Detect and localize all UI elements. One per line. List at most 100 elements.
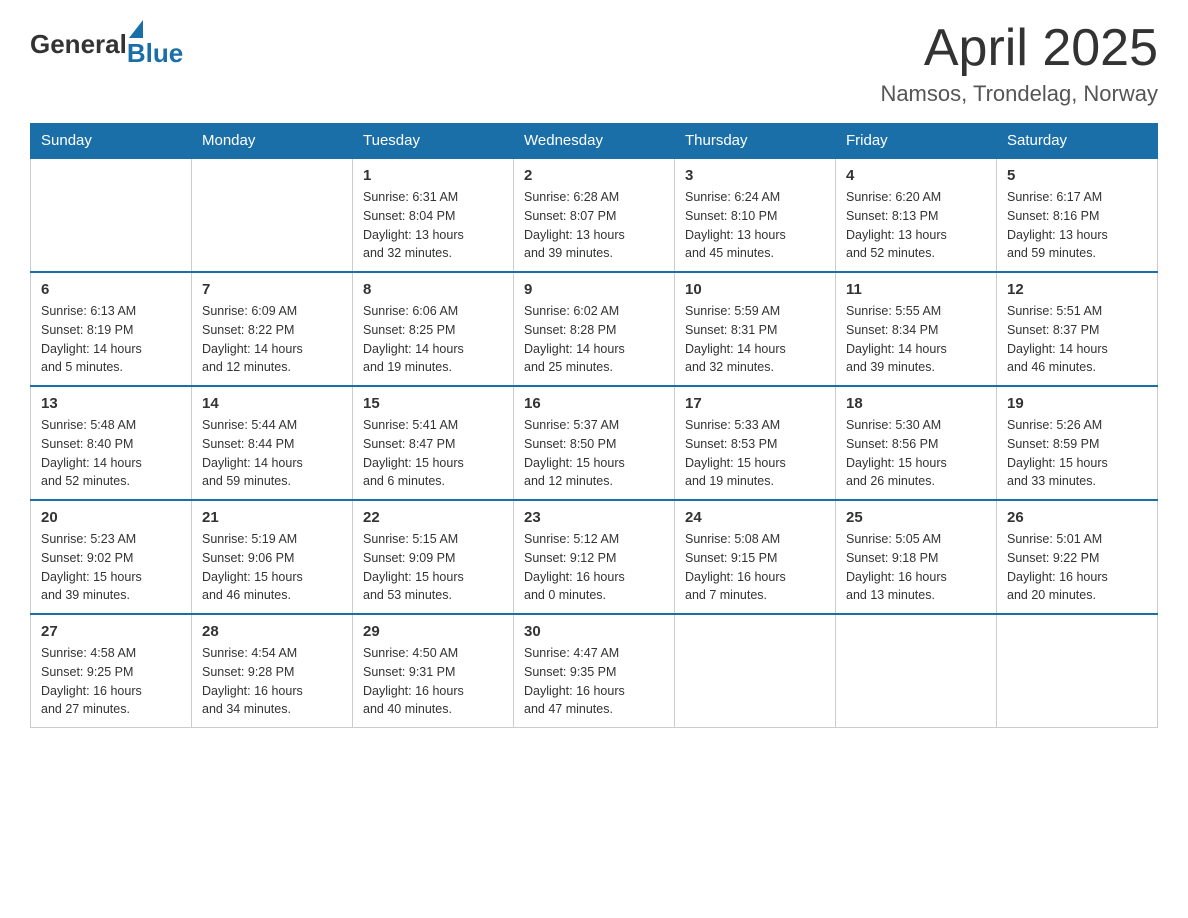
calendar-body: 1 Sunrise: 6:31 AM Sunset: 8:04 PM Daylig… xyxy=(31,158,1158,728)
day-number: 1 xyxy=(363,167,503,184)
calendar-cell: 21Sunrise: 5:19 AM Sunset: 9:06 PM Dayli… xyxy=(192,500,353,614)
calendar-cell: 28Sunrise: 4:54 AM Sunset: 9:28 PM Dayli… xyxy=(192,614,353,728)
calendar-cell: 18Sunrise: 5:30 AM Sunset: 8:56 PM Dayli… xyxy=(836,386,997,500)
title-area: April 2025 Namsos, Trondelag, Norway xyxy=(880,20,1158,107)
calendar-cell: 16 Sunrise: 5:37 AM Sunset: 8:50 PM Dayli… xyxy=(514,386,675,500)
calendar-cell: 11 Sunrise: 5:55 AM Sunset: 8:34 PM Dayli… xyxy=(836,272,997,386)
calendar-cell: 27 Sunrise: 4:58 AM Sunset: 9:25 PM Dayli… xyxy=(31,614,192,728)
day-info: Sunrise: 6:28 AM Sunset: 8:07 PM Dayligh… xyxy=(524,188,664,263)
day-info: Sunrise: 5:37 AM Sunset: 8:50 PM Dayligh… xyxy=(524,416,664,491)
day-number: 11 xyxy=(846,281,986,298)
day-number: 10 xyxy=(685,281,825,298)
calendar-cell: 3 Sunrise: 6:24 AM Sunset: 8:10 PM Daylig… xyxy=(675,158,836,272)
weekday-header-saturday: Saturday xyxy=(997,124,1158,159)
calendar-cell: 22 Sunrise: 5:15 AM Sunset: 9:09 PM Dayli… xyxy=(353,500,514,614)
calendar-cell: 23 Sunrise: 5:12 AM Sunset: 9:12 PM Dayli… xyxy=(514,500,675,614)
calendar-cell: 7Sunrise: 6:09 AM Sunset: 8:22 PM Daylig… xyxy=(192,272,353,386)
calendar-cell: 4 Sunrise: 6:20 AM Sunset: 8:13 PM Daylig… xyxy=(836,158,997,272)
calendar-week-row: 6 Sunrise: 6:13 AM Sunset: 8:19 PM Daylig… xyxy=(31,272,1158,386)
day-number: 4 xyxy=(846,167,986,184)
weekday-header-friday: Friday xyxy=(836,124,997,159)
day-number: 15 xyxy=(363,395,503,412)
calendar-cell: 8 Sunrise: 6:06 AM Sunset: 8:25 PM Daylig… xyxy=(353,272,514,386)
day-info: Sunrise: 4:50 AM Sunset: 9:31 PM Dayligh… xyxy=(363,644,503,719)
weekday-header-row: SundayMondayTuesdayWednesdayThursdayFrid… xyxy=(31,124,1158,159)
day-info: Sunrise: 5:59 AM Sunset: 8:31 PM Dayligh… xyxy=(685,302,825,377)
day-info: Sunrise: 6:24 AM Sunset: 8:10 PM Dayligh… xyxy=(685,188,825,263)
day-number: 9 xyxy=(524,281,664,298)
calendar-cell: 6 Sunrise: 6:13 AM Sunset: 8:19 PM Daylig… xyxy=(31,272,192,386)
day-number: 16 xyxy=(524,395,664,412)
logo: General Blue xyxy=(30,20,183,69)
day-info: Sunrise: 5:23 AM Sunset: 9:02 PM Dayligh… xyxy=(41,530,181,605)
calendar-cell xyxy=(675,614,836,728)
day-number: 22 xyxy=(363,509,503,526)
calendar-cell: 30Sunrise: 4:47 AM Sunset: 9:35 PM Dayli… xyxy=(514,614,675,728)
day-info: Sunrise: 5:12 AM Sunset: 9:12 PM Dayligh… xyxy=(524,530,664,605)
weekday-header-monday: Monday xyxy=(192,124,353,159)
day-number: 28 xyxy=(202,623,342,640)
day-number: 17 xyxy=(685,395,825,412)
calendar-week-row: 13Sunrise: 5:48 AM Sunset: 8:40 PM Dayli… xyxy=(31,386,1158,500)
calendar-table: SundayMondayTuesdayWednesdayThursdayFrid… xyxy=(30,123,1158,728)
day-info: Sunrise: 6:13 AM Sunset: 8:19 PM Dayligh… xyxy=(41,302,181,377)
calendar-cell: 19Sunrise: 5:26 AM Sunset: 8:59 PM Dayli… xyxy=(997,386,1158,500)
weekday-header-sunday: Sunday xyxy=(31,124,192,159)
day-number: 29 xyxy=(363,623,503,640)
day-info: Sunrise: 6:09 AM Sunset: 8:22 PM Dayligh… xyxy=(202,302,342,377)
calendar-cell: 17Sunrise: 5:33 AM Sunset: 8:53 PM Dayli… xyxy=(675,386,836,500)
calendar-cell xyxy=(997,614,1158,728)
day-number: 3 xyxy=(685,167,825,184)
day-number: 13 xyxy=(41,395,181,412)
day-number: 19 xyxy=(1007,395,1147,412)
calendar-cell: 1 Sunrise: 6:31 AM Sunset: 8:04 PM Daylig… xyxy=(353,158,514,272)
logo-blue-text: Blue xyxy=(127,38,183,69)
calendar-header: SundayMondayTuesdayWednesdayThursdayFrid… xyxy=(31,124,1158,159)
month-title: April 2025 xyxy=(880,20,1158,77)
day-number: 27 xyxy=(41,623,181,640)
day-number: 23 xyxy=(524,509,664,526)
weekday-header-tuesday: Tuesday xyxy=(353,124,514,159)
calendar-cell xyxy=(192,158,353,272)
day-info: Sunrise: 5:15 AM Sunset: 9:09 PM Dayligh… xyxy=(363,530,503,605)
calendar-cell: 9 Sunrise: 6:02 AM Sunset: 8:28 PM Daylig… xyxy=(514,272,675,386)
day-number: 25 xyxy=(846,509,986,526)
weekday-header-wednesday: Wednesday xyxy=(514,124,675,159)
day-info: Sunrise: 5:08 AM Sunset: 9:15 PM Dayligh… xyxy=(685,530,825,605)
day-info: Sunrise: 5:05 AM Sunset: 9:18 PM Dayligh… xyxy=(846,530,986,605)
day-number: 24 xyxy=(685,509,825,526)
day-number: 14 xyxy=(202,395,342,412)
calendar-cell: 25 Sunrise: 5:05 AM Sunset: 9:18 PM Dayli… xyxy=(836,500,997,614)
day-info: Sunrise: 6:31 AM Sunset: 8:04 PM Dayligh… xyxy=(363,188,503,263)
calendar-cell: 15 Sunrise: 5:41 AM Sunset: 8:47 PM Dayli… xyxy=(353,386,514,500)
day-number: 18 xyxy=(846,395,986,412)
calendar-cell: 20Sunrise: 5:23 AM Sunset: 9:02 PM Dayli… xyxy=(31,500,192,614)
calendar-cell xyxy=(31,158,192,272)
calendar-cell: 14 Sunrise: 5:44 AM Sunset: 8:44 PM Dayli… xyxy=(192,386,353,500)
location-subtitle: Namsos, Trondelag, Norway xyxy=(880,81,1158,107)
day-info: Sunrise: 5:41 AM Sunset: 8:47 PM Dayligh… xyxy=(363,416,503,491)
day-info: Sunrise: 5:55 AM Sunset: 8:34 PM Dayligh… xyxy=(846,302,986,377)
weekday-header-thursday: Thursday xyxy=(675,124,836,159)
day-info: Sunrise: 6:20 AM Sunset: 8:13 PM Dayligh… xyxy=(846,188,986,263)
day-info: Sunrise: 6:02 AM Sunset: 8:28 PM Dayligh… xyxy=(524,302,664,377)
calendar-cell: 5Sunrise: 6:17 AM Sunset: 8:16 PM Daylig… xyxy=(997,158,1158,272)
day-number: 12 xyxy=(1007,281,1147,298)
calendar-cell: 13Sunrise: 5:48 AM Sunset: 8:40 PM Dayli… xyxy=(31,386,192,500)
calendar-week-row: 27 Sunrise: 4:58 AM Sunset: 9:25 PM Dayli… xyxy=(31,614,1158,728)
day-number: 8 xyxy=(363,281,503,298)
day-info: Sunrise: 4:58 AM Sunset: 9:25 PM Dayligh… xyxy=(41,644,181,719)
day-info: Sunrise: 4:47 AM Sunset: 9:35 PM Dayligh… xyxy=(524,644,664,719)
calendar-cell: 26Sunrise: 5:01 AM Sunset: 9:22 PM Dayli… xyxy=(997,500,1158,614)
calendar-cell: 12Sunrise: 5:51 AM Sunset: 8:37 PM Dayli… xyxy=(997,272,1158,386)
day-number: 6 xyxy=(41,281,181,298)
logo-general-text: General xyxy=(30,29,127,60)
logo-blue-part: Blue xyxy=(127,20,183,69)
page-header: General Blue April 2025 Namsos, Trondela… xyxy=(30,20,1158,107)
day-info: Sunrise: 5:19 AM Sunset: 9:06 PM Dayligh… xyxy=(202,530,342,605)
day-info: Sunrise: 6:06 AM Sunset: 8:25 PM Dayligh… xyxy=(363,302,503,377)
day-info: Sunrise: 5:01 AM Sunset: 9:22 PM Dayligh… xyxy=(1007,530,1147,605)
day-info: Sunrise: 5:44 AM Sunset: 8:44 PM Dayligh… xyxy=(202,416,342,491)
calendar-week-row: 1 Sunrise: 6:31 AM Sunset: 8:04 PM Daylig… xyxy=(31,158,1158,272)
day-info: Sunrise: 6:17 AM Sunset: 8:16 PM Dayligh… xyxy=(1007,188,1147,263)
